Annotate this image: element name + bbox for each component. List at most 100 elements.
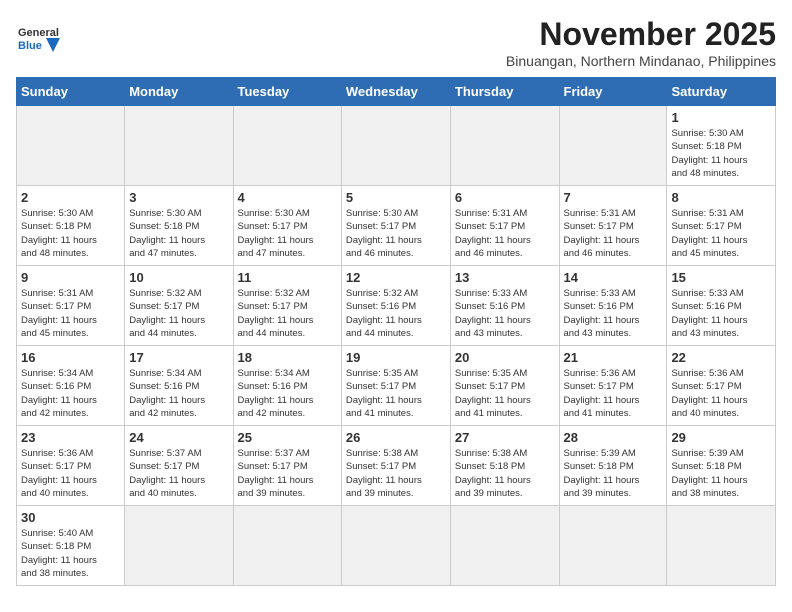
day-info: Sunrise: 5:30 AM Sunset: 5:18 PM Dayligh… xyxy=(671,127,771,180)
day-info: Sunrise: 5:33 AM Sunset: 5:16 PM Dayligh… xyxy=(564,287,663,340)
day-number: 16 xyxy=(21,350,120,365)
calendar-cell: 1 Sunrise: 5:30 AM Sunset: 5:18 PM Daylig… xyxy=(667,106,776,186)
calendar-cell: 17 Sunrise: 5:34 AM Sunset: 5:16 PM Dayli… xyxy=(125,346,233,426)
calendar-week-row: 23 Sunrise: 5:36 AM Sunset: 5:17 PM Dayli… xyxy=(17,426,776,506)
calendar-cell xyxy=(559,106,667,186)
col-wednesday: Wednesday xyxy=(341,78,450,106)
day-info: Sunrise: 5:36 AM Sunset: 5:17 PM Dayligh… xyxy=(21,447,120,500)
calendar-cell: 23 Sunrise: 5:36 AM Sunset: 5:17 PM Dayli… xyxy=(17,426,125,506)
calendar-cell xyxy=(559,506,667,586)
day-info: Sunrise: 5:37 AM Sunset: 5:17 PM Dayligh… xyxy=(238,447,337,500)
calendar-cell: 11Sunrise: 5:32 AM Sunset: 5:17 PM Dayli… xyxy=(233,266,341,346)
day-number: 22 xyxy=(671,350,771,365)
day-info: Sunrise: 5:30 AM Sunset: 5:18 PM Dayligh… xyxy=(21,207,120,260)
calendar-cell: 22Sunrise: 5:36 AM Sunset: 5:17 PM Dayli… xyxy=(667,346,776,426)
calendar-week-row: 2 Sunrise: 5:30 AM Sunset: 5:18 PM Daylig… xyxy=(17,186,776,266)
day-number: 2 xyxy=(21,190,120,205)
logo: General Blue xyxy=(16,16,64,64)
day-number: 25 xyxy=(238,430,337,445)
calendar-cell: 26 Sunrise: 5:38 AM Sunset: 5:17 PM Dayli… xyxy=(341,426,450,506)
calendar-cell: 8 Sunrise: 5:31 AM Sunset: 5:17 PM Daylig… xyxy=(667,186,776,266)
day-number: 28 xyxy=(564,430,663,445)
svg-text:Blue: Blue xyxy=(18,40,42,52)
calendar-cell xyxy=(341,106,450,186)
day-info: Sunrise: 5:31 AM Sunset: 5:17 PM Dayligh… xyxy=(671,207,771,260)
day-info: Sunrise: 5:40 AM Sunset: 5:18 PM Dayligh… xyxy=(21,527,120,580)
calendar-week-row: 9 Sunrise: 5:31 AM Sunset: 5:17 PM Daylig… xyxy=(17,266,776,346)
page-header: General Blue November 2025 Binuangan, No… xyxy=(16,16,776,69)
calendar-cell xyxy=(233,106,341,186)
calendar-week-row: 1 Sunrise: 5:30 AM Sunset: 5:18 PM Daylig… xyxy=(17,106,776,186)
calendar-cell: 18 Sunrise: 5:34 AM Sunset: 5:16 PM Dayli… xyxy=(233,346,341,426)
day-number: 24 xyxy=(129,430,228,445)
calendar-cell: 9 Sunrise: 5:31 AM Sunset: 5:17 PM Daylig… xyxy=(17,266,125,346)
day-info: Sunrise: 5:30 AM Sunset: 5:18 PM Dayligh… xyxy=(129,207,228,260)
day-number: 14 xyxy=(564,270,663,285)
day-number: 13 xyxy=(455,270,555,285)
day-info: Sunrise: 5:33 AM Sunset: 5:16 PM Dayligh… xyxy=(671,287,771,340)
calendar-cell: 5 Sunrise: 5:30 AM Sunset: 5:17 PM Daylig… xyxy=(341,186,450,266)
calendar-cell: 16 Sunrise: 5:34 AM Sunset: 5:16 PM Dayli… xyxy=(17,346,125,426)
day-number: 26 xyxy=(346,430,446,445)
day-number: 1 xyxy=(671,110,771,125)
day-number: 17 xyxy=(129,350,228,365)
col-friday: Friday xyxy=(559,78,667,106)
day-number: 15 xyxy=(671,270,771,285)
calendar-cell: 20 Sunrise: 5:35 AM Sunset: 5:17 PM Dayli… xyxy=(450,346,559,426)
col-saturday: Saturday xyxy=(667,78,776,106)
calendar-cell xyxy=(450,506,559,586)
day-number: 30 xyxy=(21,510,120,525)
calendar-cell xyxy=(341,506,450,586)
day-number: 29 xyxy=(671,430,771,445)
day-info: Sunrise: 5:34 AM Sunset: 5:16 PM Dayligh… xyxy=(129,367,228,420)
day-number: 19 xyxy=(346,350,446,365)
day-info: Sunrise: 5:37 AM Sunset: 5:17 PM Dayligh… xyxy=(129,447,228,500)
day-info: Sunrise: 5:32 AM Sunset: 5:17 PM Dayligh… xyxy=(129,287,228,340)
calendar-table: Sunday Monday Tuesday Wednesday Thursday… xyxy=(16,77,776,586)
day-number: 27 xyxy=(455,430,555,445)
col-thursday: Thursday xyxy=(450,78,559,106)
day-number: 5 xyxy=(346,190,446,205)
title-block: November 2025 Binuangan, Northern Mindan… xyxy=(506,16,776,69)
day-number: 8 xyxy=(671,190,771,205)
location-subtitle: Binuangan, Northern Mindanao, Philippine… xyxy=(506,53,776,69)
day-info: Sunrise: 5:30 AM Sunset: 5:17 PM Dayligh… xyxy=(238,207,337,260)
day-info: Sunrise: 5:35 AM Sunset: 5:17 PM Dayligh… xyxy=(455,367,555,420)
svg-text:General: General xyxy=(18,27,59,39)
calendar-week-row: 30 Sunrise: 5:40 AM Sunset: 5:18 PM Dayli… xyxy=(17,506,776,586)
calendar-cell: 6Sunrise: 5:31 AM Sunset: 5:17 PM Daylig… xyxy=(450,186,559,266)
day-info: Sunrise: 5:31 AM Sunset: 5:17 PM Dayligh… xyxy=(564,207,663,260)
calendar-cell: 19 Sunrise: 5:35 AM Sunset: 5:17 PM Dayli… xyxy=(341,346,450,426)
calendar-cell: 4Sunrise: 5:30 AM Sunset: 5:17 PM Daylig… xyxy=(233,186,341,266)
day-info: Sunrise: 5:31 AM Sunset: 5:17 PM Dayligh… xyxy=(21,287,120,340)
day-number: 9 xyxy=(21,270,120,285)
calendar-cell xyxy=(450,106,559,186)
calendar-cell: 30 Sunrise: 5:40 AM Sunset: 5:18 PM Dayli… xyxy=(17,506,125,586)
day-number: 11 xyxy=(238,270,337,285)
calendar-cell xyxy=(233,506,341,586)
col-tuesday: Tuesday xyxy=(233,78,341,106)
day-info: Sunrise: 5:35 AM Sunset: 5:17 PM Dayligh… xyxy=(346,367,446,420)
generalblue-logo-icon: General Blue xyxy=(16,16,64,64)
day-info: Sunrise: 5:39 AM Sunset: 5:18 PM Dayligh… xyxy=(671,447,771,500)
calendar-cell: 24 Sunrise: 5:37 AM Sunset: 5:17 PM Dayli… xyxy=(125,426,233,506)
day-number: 3 xyxy=(129,190,228,205)
day-number: 6 xyxy=(455,190,555,205)
day-info: Sunrise: 5:34 AM Sunset: 5:16 PM Dayligh… xyxy=(21,367,120,420)
calendar-cell xyxy=(125,506,233,586)
day-number: 18 xyxy=(238,350,337,365)
calendar-cell: 27 Sunrise: 5:38 AM Sunset: 5:18 PM Dayli… xyxy=(450,426,559,506)
day-info: Sunrise: 5:34 AM Sunset: 5:16 PM Dayligh… xyxy=(238,367,337,420)
day-info: Sunrise: 5:30 AM Sunset: 5:17 PM Dayligh… xyxy=(346,207,446,260)
day-number: 23 xyxy=(21,430,120,445)
calendar-cell: 15 Sunrise: 5:33 AM Sunset: 5:16 PM Dayli… xyxy=(667,266,776,346)
calendar-cell: 29 Sunrise: 5:39 AM Sunset: 5:18 PM Dayli… xyxy=(667,426,776,506)
calendar-cell: 14 Sunrise: 5:33 AM Sunset: 5:16 PM Dayli… xyxy=(559,266,667,346)
calendar-cell xyxy=(125,106,233,186)
col-sunday: Sunday xyxy=(17,78,125,106)
day-info: Sunrise: 5:38 AM Sunset: 5:17 PM Dayligh… xyxy=(346,447,446,500)
day-info: Sunrise: 5:38 AM Sunset: 5:18 PM Dayligh… xyxy=(455,447,555,500)
day-number: 21 xyxy=(564,350,663,365)
day-number: 12 xyxy=(346,270,446,285)
day-number: 20 xyxy=(455,350,555,365)
